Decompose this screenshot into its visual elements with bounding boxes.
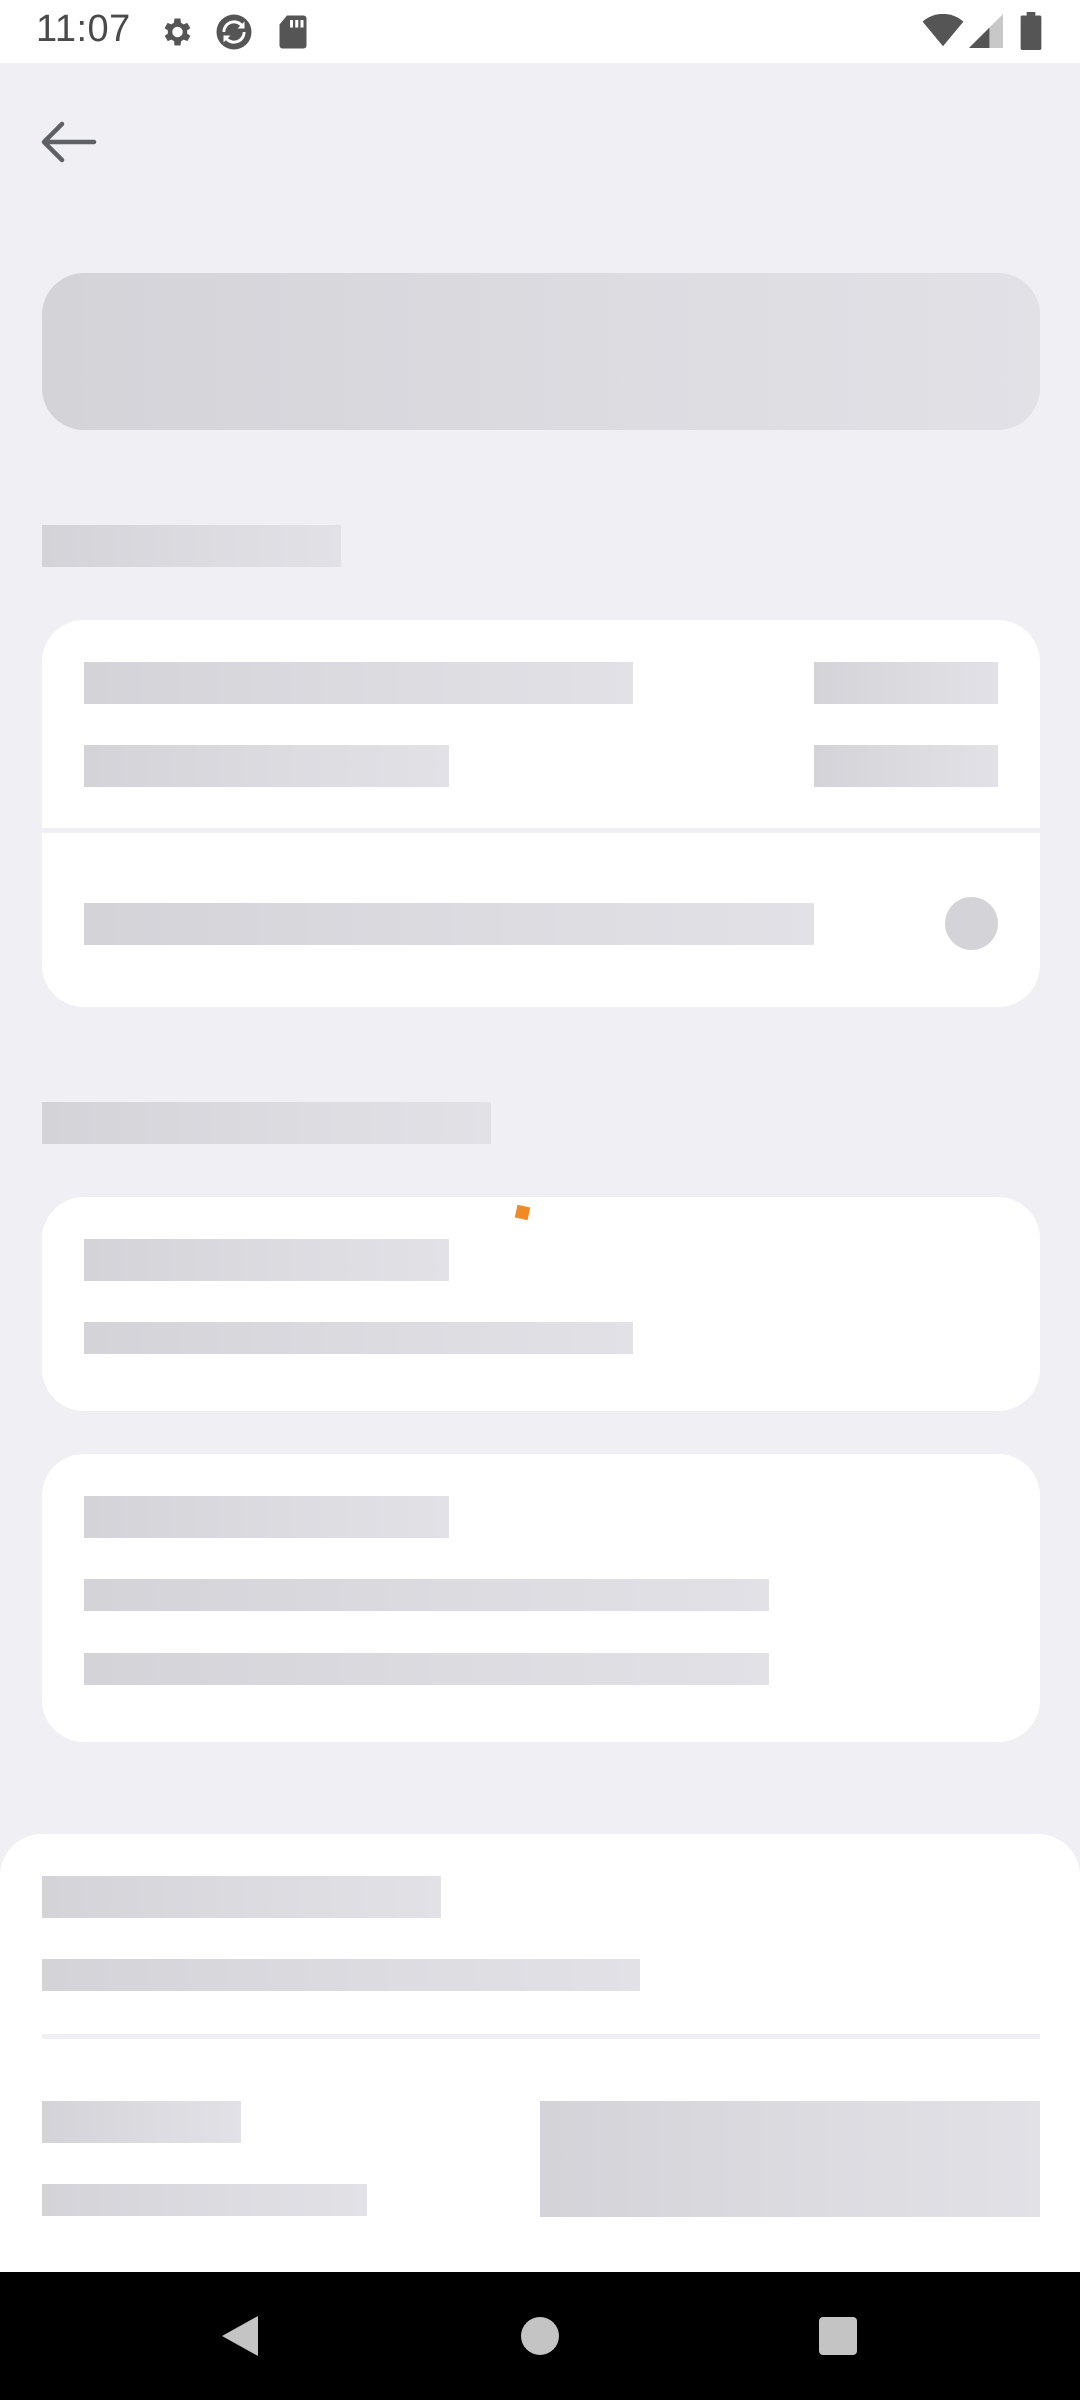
price-label-placeholder <box>42 2101 241 2143</box>
status-bar: 11:07 <box>0 0 1080 63</box>
bottom-sheet <box>0 1834 1080 2272</box>
list-card[interactable] <box>42 1197 1040 1411</box>
arrow-left-icon[interactable] <box>38 118 98 166</box>
top-banner-placeholder <box>42 273 1040 430</box>
sheet-divider <box>42 2034 1040 2039</box>
item-title-placeholder <box>84 1239 449 1281</box>
battery-icon <box>1020 12 1042 50</box>
item-subtitle-placeholder <box>84 1579 769 1611</box>
summary-card <box>42 620 1040 1007</box>
price-value-placeholder <box>42 2184 367 2216</box>
action-button-placeholder[interactable] <box>540 2101 1040 2217</box>
card-divider <box>42 828 1040 833</box>
sheet-title-placeholder <box>42 1876 441 1918</box>
row-label-placeholder <box>84 903 814 945</box>
recents-square-icon[interactable] <box>819 2317 857 2355</box>
sync-icon <box>216 14 252 50</box>
section-title-placeholder <box>42 1102 491 1144</box>
signal-icon <box>969 14 1003 48</box>
toggle-circle-placeholder[interactable] <box>945 897 998 950</box>
section-title-placeholder <box>42 525 341 567</box>
home-circle-icon[interactable] <box>521 2317 559 2355</box>
status-time: 11:07 <box>36 8 131 50</box>
item-title-placeholder <box>84 1496 449 1538</box>
list-card[interactable] <box>42 1454 1040 1742</box>
item-subtitle-placeholder <box>84 1653 769 1685</box>
row-value-placeholder <box>814 662 998 704</box>
row-label-placeholder <box>84 662 633 704</box>
row-label-placeholder <box>84 745 449 787</box>
sd-card-icon <box>279 15 307 49</box>
gear-icon <box>164 18 191 46</box>
wifi-icon <box>922 14 964 47</box>
item-subtitle-placeholder <box>84 1322 633 1354</box>
sheet-subtitle-placeholder <box>42 1959 640 1991</box>
back-triangle-icon[interactable] <box>218 2314 262 2358</box>
navigation-bar <box>0 2272 1080 2400</box>
accent-dot <box>514 1204 531 1221</box>
row-value-placeholder <box>814 745 998 787</box>
